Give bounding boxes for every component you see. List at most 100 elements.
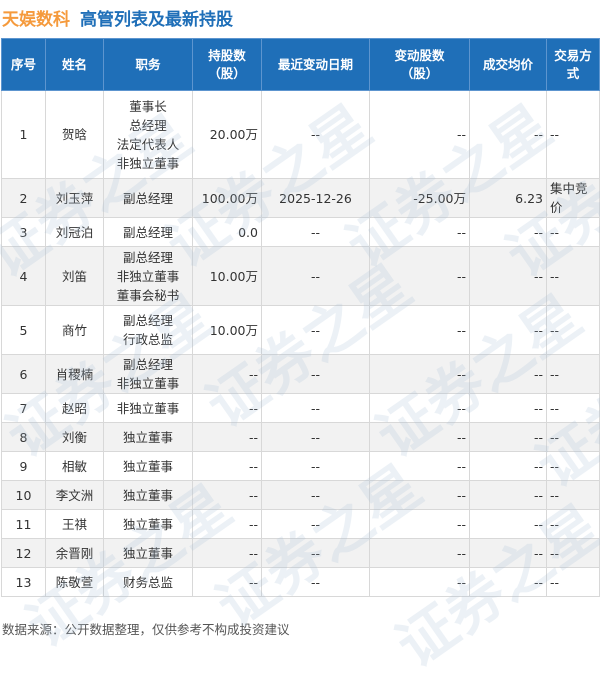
executive-name: 刘笛 (45, 246, 104, 306)
company-name: 天娱数科 (2, 9, 70, 30)
table-row: 13 陈敬萱 财务总监 -- -- -- -- -- (1, 567, 600, 597)
average-price: -- (469, 451, 547, 481)
column-header: 序号 (1, 38, 46, 91)
shares-held: -- (192, 354, 262, 394)
shares-changed: -- (369, 354, 470, 394)
executive-name: 相敏 (45, 451, 104, 481)
page-title: 高管列表及最新持股 (80, 9, 233, 30)
row-number: 9 (1, 451, 46, 481)
average-price: -- (469, 480, 547, 510)
column-header: 最近变动日期 (261, 38, 370, 91)
trade-method: -- (546, 451, 600, 481)
shares-changed: -- (369, 538, 470, 568)
position-cell: 独立董事 (103, 538, 193, 568)
shares-changed: -- (369, 567, 470, 597)
position-title: 总经理 (129, 117, 167, 133)
position-title: 独立董事 (122, 545, 173, 561)
table-row: 2 刘玉萍 副总经理 100.00万 2025-12-26 -25.00万 6.23 集中竞价 (1, 178, 600, 218)
shares-held: 10.00万 (192, 246, 262, 306)
column-header: 姓名 (45, 38, 104, 91)
average-price: -- (469, 567, 547, 597)
average-price: -- (469, 354, 547, 394)
position-title: 副总经理 (122, 190, 173, 206)
shares-held: 10.00万 (192, 305, 262, 355)
position-title: 董事长 (129, 98, 167, 114)
position-cell: 独立董事 (103, 480, 193, 510)
shares-changed: -- (369, 451, 470, 481)
shares-held: -- (192, 509, 262, 539)
position-title: 独立董事 (122, 458, 173, 474)
row-number: 6 (1, 354, 46, 394)
shares-changed: -- (369, 480, 470, 510)
executive-name: 刘衡 (45, 422, 104, 452)
executive-name: 刘冠泊 (45, 217, 104, 247)
position-title: 副总经理 (122, 224, 173, 240)
shares-changed: -- (369, 422, 470, 452)
shares-changed: -25.00万 (369, 178, 470, 218)
column-header: 职务 (103, 38, 193, 91)
change-date: 2025-12-26 (261, 178, 370, 218)
position-title: 非独立董事 (116, 400, 180, 416)
executive-name: 贺晗 (45, 90, 104, 179)
table-row: 6 肖稷楠 副总经理 非独立董事 -- -- -- -- -- (1, 354, 600, 394)
table-row: 8 刘衡 独立董事 -- -- -- -- -- (1, 422, 600, 452)
position-cell: 非独立董事 (103, 393, 193, 423)
row-number: 2 (1, 178, 46, 218)
table-header-row: 序号 姓名 职务 持股数 （股） 最近变动日期 变动股数 （股） 成交均价 交易方式 (1, 38, 600, 91)
trade-method: -- (546, 217, 600, 247)
trade-method: -- (546, 567, 600, 597)
shares-held: -- (192, 422, 262, 452)
table-body: 1 贺晗 董事长 总经理 法定代表人 非独立董事 20.00万 -- -- -- -- 2 刘玉萍 副总经… (1, 90, 600, 597)
trade-method: -- (546, 90, 600, 179)
trade-method: -- (546, 305, 600, 355)
table-row: 12 余晋刚 独立董事 -- -- -- -- -- (1, 538, 600, 568)
change-date: -- (261, 393, 370, 423)
shares-held: -- (192, 451, 262, 481)
row-number: 5 (1, 305, 46, 355)
row-number: 11 (1, 509, 46, 539)
position-cell: 董事长 总经理 法定代表人 非独立董事 (103, 90, 193, 179)
row-number: 8 (1, 422, 46, 452)
column-header: 持股数 （股） (192, 38, 262, 91)
position-cell: 独立董事 (103, 422, 193, 452)
executive-name: 余晋刚 (45, 538, 104, 568)
table-row: 4 刘笛 副总经理 非独立董事 董事会秘书 10.00万 -- -- -- -- (1, 246, 600, 306)
executive-name: 刘玉萍 (45, 178, 104, 218)
column-header: 成交均价 (469, 38, 547, 91)
table-row: 11 王祺 独立董事 -- -- -- -- -- (1, 509, 600, 539)
shares-changed: -- (369, 90, 470, 179)
position-title: 副总经理 (122, 249, 173, 265)
trade-method: 集中竞价 (546, 178, 600, 218)
trade-method: -- (546, 538, 600, 568)
executive-name: 赵昭 (45, 393, 104, 423)
shares-held: -- (192, 480, 262, 510)
executive-name: 肖稷楠 (45, 354, 104, 394)
average-price: -- (469, 538, 547, 568)
row-number: 12 (1, 538, 46, 568)
row-number: 7 (1, 393, 46, 423)
change-date: -- (261, 354, 370, 394)
data-source-note: 数据来源：公开数据整理，仅供参考不构成投资建议 (2, 622, 290, 637)
trade-method: -- (546, 354, 600, 394)
position-title: 财务总监 (122, 574, 173, 590)
shares-changed: -- (369, 217, 470, 247)
change-date: -- (261, 90, 370, 179)
average-price: 6.23 (469, 178, 547, 218)
average-price: -- (469, 305, 547, 355)
position-title: 独立董事 (122, 516, 173, 532)
position-title: 行政总监 (122, 332, 173, 347)
table-row: 3 刘冠泊 副总经理 0.0 -- -- -- -- (1, 217, 600, 247)
change-date: -- (261, 422, 370, 452)
row-number: 3 (1, 217, 46, 247)
position-cell: 副总经理 行政总监 (103, 305, 193, 355)
shares-held: 0.0 (192, 217, 262, 247)
table-row: 10 李文洲 独立董事 -- -- -- -- -- (1, 480, 600, 510)
position-title: 独立董事 (122, 487, 173, 503)
position-cell: 财务总监 (103, 567, 193, 597)
average-price: -- (469, 217, 547, 247)
executive-holdings-table: 序号 姓名 职务 持股数 （股） 最近变动日期 变动股数 （股） 成交均价 交易方式 1 贺晗董… (1, 38, 600, 597)
row-number: 10 (1, 480, 46, 510)
shares-held: -- (192, 393, 262, 423)
position-title: 法定代表人 (116, 136, 180, 152)
change-date: -- (261, 305, 370, 355)
